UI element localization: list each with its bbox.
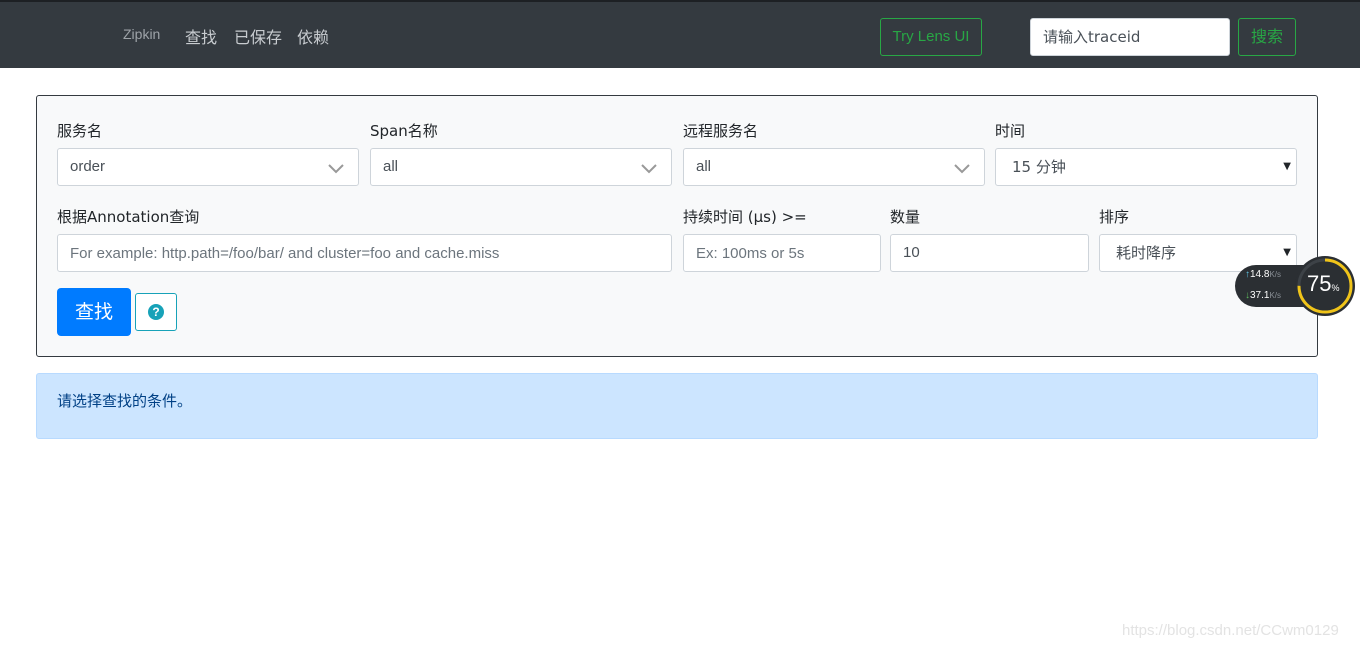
nav-saved[interactable]: 已保存: [234, 24, 282, 48]
help-button[interactable]: ?: [135, 293, 177, 331]
brand-logo[interactable]: Zipkin: [123, 26, 160, 42]
service-name-value: order: [70, 158, 106, 175]
span-name-value: all: [383, 158, 399, 175]
time-label: 时间: [995, 122, 1026, 140]
nav-search[interactable]: 查找: [185, 24, 217, 48]
sort-value: 耗时降序: [1116, 244, 1177, 262]
download-speed-unit: K/s: [1269, 291, 1282, 300]
info-alert: 请选择查找的条件。: [36, 373, 1318, 439]
download-speed-value: 37.1: [1250, 290, 1270, 301]
limit-input[interactable]: 10: [890, 234, 1089, 272]
usage-percent-value: 75: [1307, 271, 1332, 296]
remote-service-label: 远程服务名: [683, 122, 759, 140]
caret-down-icon: ▼: [1283, 161, 1291, 172]
duration-input[interactable]: [683, 234, 881, 272]
find-button[interactable]: 查找: [57, 288, 131, 336]
limit-label: 数量: [890, 208, 921, 226]
usage-percent-sign: %: [1331, 283, 1340, 293]
usage-percent: 75%: [1307, 271, 1340, 297]
duration-label: 持续时间 (μs) >=: [683, 208, 807, 226]
traceid-input[interactable]: [1030, 18, 1230, 56]
remote-service-select[interactable]: all: [683, 148, 985, 186]
sort-label: 排序: [1099, 208, 1130, 226]
remote-service-value: all: [696, 158, 712, 175]
service-name-label: 服务名: [57, 122, 103, 140]
time-select[interactable]: 15 分钟 ▼: [995, 148, 1297, 186]
question-circle-icon: ?: [148, 304, 164, 320]
upload-speed: ↑14.8K/s: [1245, 269, 1282, 280]
try-lens-ui-button[interactable]: Try Lens UI: [880, 18, 982, 56]
span-name-select[interactable]: all: [370, 148, 672, 186]
upload-speed-unit: K/s: [1269, 270, 1282, 279]
traceid-search-button[interactable]: 搜索: [1238, 18, 1296, 56]
chevron-down-icon: [641, 164, 657, 174]
nav-dependencies[interactable]: 依赖: [297, 24, 329, 48]
limit-value: 10: [903, 244, 920, 261]
watermark: https://blog.csdn.net/CCwm0129: [1122, 622, 1339, 639]
download-speed: ↓37.1K/s: [1245, 290, 1282, 301]
alert-message: 请选择查找的条件。: [57, 392, 193, 410]
annotation-query-label: 根据Annotation查询: [57, 208, 200, 226]
chevron-down-icon: [954, 164, 970, 174]
upload-speed-value: 14.8: [1250, 269, 1270, 280]
network-speed-widget[interactable]: ↑14.8K/s ↓37.1K/s 75%: [1235, 256, 1355, 317]
span-name-label: Span名称: [370, 122, 438, 140]
search-form-card: 服务名 order Span名称 all 远程服务名 all 时间 15 分钟 …: [36, 95, 1318, 357]
service-name-select[interactable]: order: [57, 148, 359, 186]
time-value: 15 分钟: [1012, 158, 1066, 176]
chevron-down-icon: [328, 164, 344, 174]
top-navbar: Zipkin 查找 已保存 依赖 Try Lens UI 搜索: [0, 0, 1360, 68]
annotation-query-input[interactable]: [57, 234, 672, 272]
